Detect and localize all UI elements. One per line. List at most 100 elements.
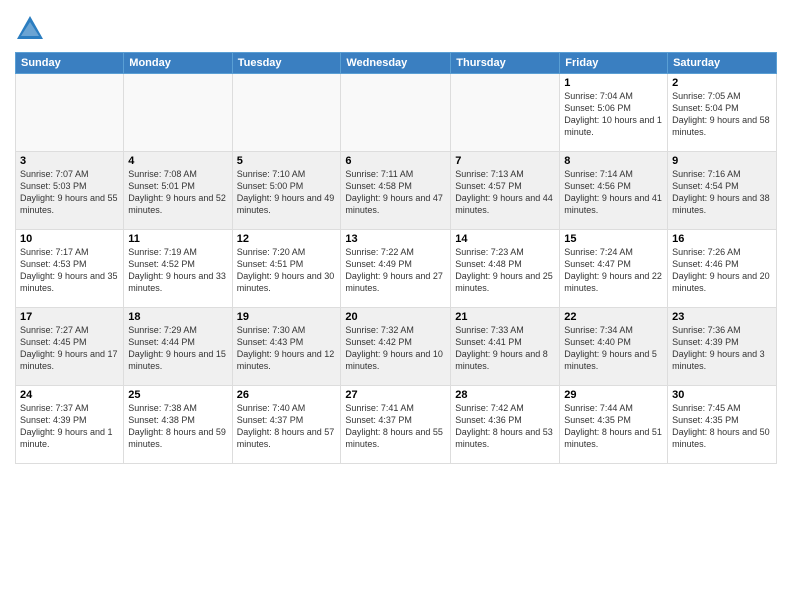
day-info: Sunrise: 7:24 AM Sunset: 4:47 PM Dayligh…: [564, 246, 663, 295]
calendar-day-cell: 16Sunrise: 7:26 AM Sunset: 4:46 PM Dayli…: [668, 230, 777, 308]
day-number: 16: [672, 233, 772, 245]
calendar-day-cell: 26Sunrise: 7:40 AM Sunset: 4:37 PM Dayli…: [232, 386, 341, 464]
calendar-week-row: 17Sunrise: 7:27 AM Sunset: 4:45 PM Dayli…: [16, 308, 777, 386]
day-number: 3: [20, 155, 119, 167]
day-info: Sunrise: 7:38 AM Sunset: 4:38 PM Dayligh…: [128, 402, 227, 451]
day-number: 23: [672, 311, 772, 323]
weekday-header: Tuesday: [232, 53, 341, 74]
day-info: Sunrise: 7:41 AM Sunset: 4:37 PM Dayligh…: [345, 402, 446, 451]
calendar-day-cell: 5Sunrise: 7:10 AM Sunset: 5:00 PM Daylig…: [232, 152, 341, 230]
day-number: 20: [345, 311, 446, 323]
calendar-day-cell: 29Sunrise: 7:44 AM Sunset: 4:35 PM Dayli…: [560, 386, 668, 464]
calendar-day-cell: [341, 74, 451, 152]
weekday-header: Wednesday: [341, 53, 451, 74]
calendar-day-cell: 4Sunrise: 7:08 AM Sunset: 5:01 PM Daylig…: [124, 152, 232, 230]
calendar-day-cell: 25Sunrise: 7:38 AM Sunset: 4:38 PM Dayli…: [124, 386, 232, 464]
calendar-day-cell: [451, 74, 560, 152]
calendar-week-row: 24Sunrise: 7:37 AM Sunset: 4:39 PM Dayli…: [16, 386, 777, 464]
day-number: 21: [455, 311, 555, 323]
day-info: Sunrise: 7:40 AM Sunset: 4:37 PM Dayligh…: [237, 402, 337, 451]
day-number: 6: [345, 155, 446, 167]
calendar-day-cell: 7Sunrise: 7:13 AM Sunset: 4:57 PM Daylig…: [451, 152, 560, 230]
day-info: Sunrise: 7:17 AM Sunset: 4:53 PM Dayligh…: [20, 246, 119, 295]
day-number: 8: [564, 155, 663, 167]
day-number: 29: [564, 389, 663, 401]
calendar-day-cell: 11Sunrise: 7:19 AM Sunset: 4:52 PM Dayli…: [124, 230, 232, 308]
calendar-day-cell: 12Sunrise: 7:20 AM Sunset: 4:51 PM Dayli…: [232, 230, 341, 308]
weekday-header: Friday: [560, 53, 668, 74]
day-info: Sunrise: 7:45 AM Sunset: 4:35 PM Dayligh…: [672, 402, 772, 451]
calendar-day-cell: 9Sunrise: 7:16 AM Sunset: 4:54 PM Daylig…: [668, 152, 777, 230]
day-info: Sunrise: 7:29 AM Sunset: 4:44 PM Dayligh…: [128, 324, 227, 373]
calendar-week-row: 10Sunrise: 7:17 AM Sunset: 4:53 PM Dayli…: [16, 230, 777, 308]
page-header: [15, 10, 777, 44]
calendar-day-cell: 1Sunrise: 7:04 AM Sunset: 5:06 PM Daylig…: [560, 74, 668, 152]
day-number: 18: [128, 311, 227, 323]
day-number: 26: [237, 389, 337, 401]
day-number: 13: [345, 233, 446, 245]
calendar-day-cell: 19Sunrise: 7:30 AM Sunset: 4:43 PM Dayli…: [232, 308, 341, 386]
calendar-day-cell: 10Sunrise: 7:17 AM Sunset: 4:53 PM Dayli…: [16, 230, 124, 308]
day-info: Sunrise: 7:36 AM Sunset: 4:39 PM Dayligh…: [672, 324, 772, 373]
day-info: Sunrise: 7:10 AM Sunset: 5:00 PM Dayligh…: [237, 168, 337, 217]
day-number: 15: [564, 233, 663, 245]
calendar-day-cell: 22Sunrise: 7:34 AM Sunset: 4:40 PM Dayli…: [560, 308, 668, 386]
day-info: Sunrise: 7:04 AM Sunset: 5:06 PM Dayligh…: [564, 90, 663, 139]
calendar-day-cell: 13Sunrise: 7:22 AM Sunset: 4:49 PM Dayli…: [341, 230, 451, 308]
calendar-day-cell: 27Sunrise: 7:41 AM Sunset: 4:37 PM Dayli…: [341, 386, 451, 464]
day-number: 5: [237, 155, 337, 167]
calendar-day-cell: 8Sunrise: 7:14 AM Sunset: 4:56 PM Daylig…: [560, 152, 668, 230]
weekday-header: Thursday: [451, 53, 560, 74]
day-number: 30: [672, 389, 772, 401]
calendar-day-cell: [16, 74, 124, 152]
day-number: 17: [20, 311, 119, 323]
day-info: Sunrise: 7:20 AM Sunset: 4:51 PM Dayligh…: [237, 246, 337, 295]
day-info: Sunrise: 7:16 AM Sunset: 4:54 PM Dayligh…: [672, 168, 772, 217]
day-number: 14: [455, 233, 555, 245]
day-number: 24: [20, 389, 119, 401]
day-info: Sunrise: 7:11 AM Sunset: 4:58 PM Dayligh…: [345, 168, 446, 217]
calendar-day-cell: 14Sunrise: 7:23 AM Sunset: 4:48 PM Dayli…: [451, 230, 560, 308]
day-info: Sunrise: 7:34 AM Sunset: 4:40 PM Dayligh…: [564, 324, 663, 373]
day-info: Sunrise: 7:30 AM Sunset: 4:43 PM Dayligh…: [237, 324, 337, 373]
day-number: 27: [345, 389, 446, 401]
calendar-day-cell: 30Sunrise: 7:45 AM Sunset: 4:35 PM Dayli…: [668, 386, 777, 464]
calendar-day-cell: 15Sunrise: 7:24 AM Sunset: 4:47 PM Dayli…: [560, 230, 668, 308]
day-info: Sunrise: 7:44 AM Sunset: 4:35 PM Dayligh…: [564, 402, 663, 451]
day-info: Sunrise: 7:23 AM Sunset: 4:48 PM Dayligh…: [455, 246, 555, 295]
day-info: Sunrise: 7:07 AM Sunset: 5:03 PM Dayligh…: [20, 168, 119, 217]
day-info: Sunrise: 7:26 AM Sunset: 4:46 PM Dayligh…: [672, 246, 772, 295]
day-number: 9: [672, 155, 772, 167]
day-info: Sunrise: 7:33 AM Sunset: 4:41 PM Dayligh…: [455, 324, 555, 373]
weekday-header: Monday: [124, 53, 232, 74]
calendar-day-cell: 23Sunrise: 7:36 AM Sunset: 4:39 PM Dayli…: [668, 308, 777, 386]
day-info: Sunrise: 7:27 AM Sunset: 4:45 PM Dayligh…: [20, 324, 119, 373]
day-number: 22: [564, 311, 663, 323]
day-number: 7: [455, 155, 555, 167]
day-number: 12: [237, 233, 337, 245]
day-number: 19: [237, 311, 337, 323]
day-number: 1: [564, 77, 663, 89]
day-number: 4: [128, 155, 227, 167]
calendar-table: SundayMondayTuesdayWednesdayThursdayFrid…: [15, 52, 777, 464]
day-info: Sunrise: 7:13 AM Sunset: 4:57 PM Dayligh…: [455, 168, 555, 217]
calendar-day-cell: 28Sunrise: 7:42 AM Sunset: 4:36 PM Dayli…: [451, 386, 560, 464]
day-number: 2: [672, 77, 772, 89]
calendar-day-cell: 21Sunrise: 7:33 AM Sunset: 4:41 PM Dayli…: [451, 308, 560, 386]
calendar-week-row: 1Sunrise: 7:04 AM Sunset: 5:06 PM Daylig…: [16, 74, 777, 152]
day-info: Sunrise: 7:22 AM Sunset: 4:49 PM Dayligh…: [345, 246, 446, 295]
weekday-header: Saturday: [668, 53, 777, 74]
day-number: 10: [20, 233, 119, 245]
weekday-header-row: SundayMondayTuesdayWednesdayThursdayFrid…: [16, 53, 777, 74]
calendar-day-cell: 17Sunrise: 7:27 AM Sunset: 4:45 PM Dayli…: [16, 308, 124, 386]
day-number: 25: [128, 389, 227, 401]
calendar-day-cell: 20Sunrise: 7:32 AM Sunset: 4:42 PM Dayli…: [341, 308, 451, 386]
calendar-day-cell: [124, 74, 232, 152]
calendar-day-cell: 6Sunrise: 7:11 AM Sunset: 4:58 PM Daylig…: [341, 152, 451, 230]
day-info: Sunrise: 7:05 AM Sunset: 5:04 PM Dayligh…: [672, 90, 772, 139]
calendar-day-cell: 3Sunrise: 7:07 AM Sunset: 5:03 PM Daylig…: [16, 152, 124, 230]
day-info: Sunrise: 7:32 AM Sunset: 4:42 PM Dayligh…: [345, 324, 446, 373]
day-number: 28: [455, 389, 555, 401]
calendar-day-cell: 18Sunrise: 7:29 AM Sunset: 4:44 PM Dayli…: [124, 308, 232, 386]
calendar-week-row: 3Sunrise: 7:07 AM Sunset: 5:03 PM Daylig…: [16, 152, 777, 230]
